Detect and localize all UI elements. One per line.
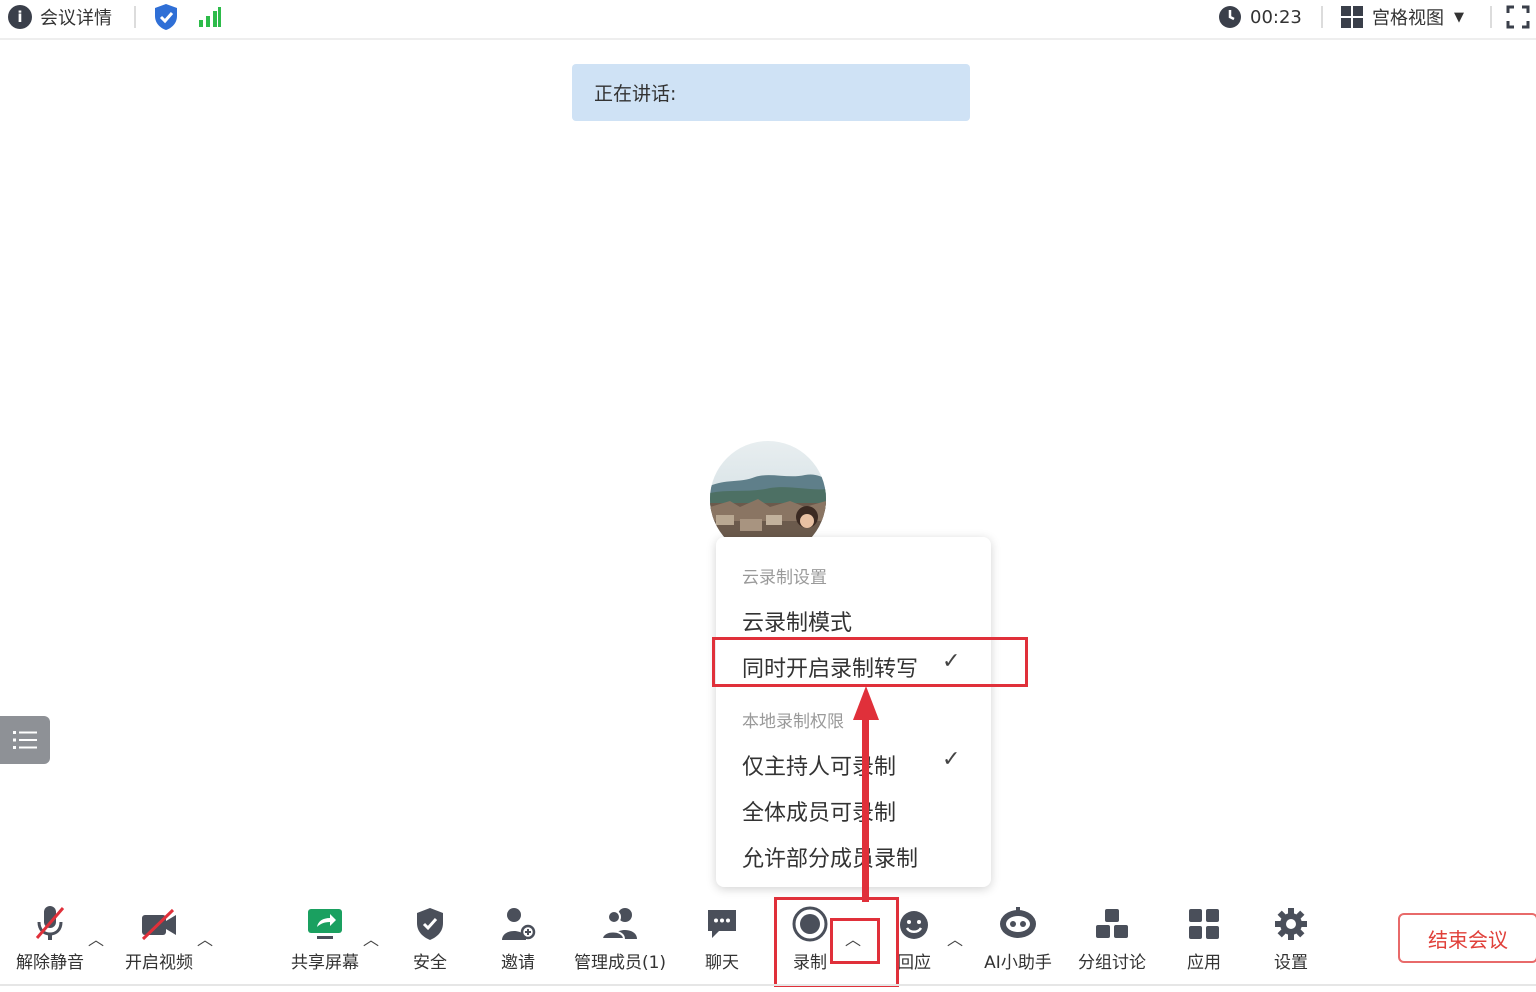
end-meeting-label: 结束会议 <box>1428 927 1508 952</box>
share-options-caret-icon[interactable]: ︿ <box>363 926 379 950</box>
annotation-arrow <box>862 700 869 902</box>
clock-icon <box>1219 6 1241 28</box>
all-members-record-item[interactable]: 全体成员可录制 <box>742 795 896 827</box>
video-options-caret-icon[interactable]: ︿ <box>197 926 213 950</box>
ai-robot-icon <box>1000 907 1036 938</box>
meeting-info-label: 会议详情 <box>40 8 112 29</box>
local-record-section-title: 本地录制权限 <box>742 712 844 732</box>
settings-button[interactable]: 设置 <box>1261 900 1321 980</box>
chat-button[interactable]: 聊天 <box>692 900 752 980</box>
end-meeting-button[interactable]: 结束会议 <box>1398 913 1536 963</box>
chat-label: 聊天 <box>705 953 739 973</box>
unmute-button[interactable]: 解除静音 <box>10 900 90 980</box>
caret-down-icon: ▼ <box>1454 9 1464 25</box>
view-mode-label: 宫格视图 <box>1372 8 1444 29</box>
breakout-button[interactable]: 分组讨论 <box>1072 900 1152 980</box>
host-only-record-item[interactable]: 仅主持人可录制 <box>742 749 896 781</box>
meeting-info-button[interactable]: i 会议详情 <box>8 0 112 34</box>
apps-button[interactable]: 应用 <box>1174 900 1234 980</box>
manage-members-label: 管理成员(1) <box>573 953 667 973</box>
divider <box>1321 6 1323 28</box>
unmute-label: 解除静音 <box>16 953 84 973</box>
chat-icon <box>708 910 736 938</box>
divider <box>134 6 136 28</box>
top-bar: i 会议详情 00:23 宫格视图 ▼ <box>0 0 1536 40</box>
info-icon: i <box>8 5 32 29</box>
security-label: 安全 <box>413 953 447 973</box>
share-screen-button[interactable]: 共享屏幕 <box>285 900 365 980</box>
timer-text: 00:23 <box>1250 6 1302 28</box>
breakout-icon <box>1096 909 1128 938</box>
record-caret-highlight-box <box>830 918 880 964</box>
camera-off-icon <box>141 908 176 941</box>
cloud-record-section-title: 云录制设置 <box>742 568 827 588</box>
list-icon <box>13 731 37 749</box>
invite-label: 邀请 <box>501 953 535 973</box>
share-screen-icon <box>308 909 342 939</box>
divider <box>0 984 1536 986</box>
breakout-label: 分组讨论 <box>1078 953 1146 973</box>
start-video-button[interactable]: 开启视频 <box>118 900 200 980</box>
speaking-label: 正在讲话: <box>594 83 677 105</box>
ai-assistant-label: AI小助手 <box>984 953 1052 973</box>
invite-icon <box>502 908 536 940</box>
security-button[interactable]: 安全 <box>400 900 460 980</box>
security-shield-icon[interactable] <box>153 0 179 34</box>
annotation-arrow-head <box>853 686 879 720</box>
react-options-caret-icon[interactable]: ︿ <box>947 926 963 950</box>
gear-icon <box>1275 908 1307 940</box>
mic-muted-icon <box>35 906 65 940</box>
members-icon <box>600 908 637 940</box>
grid-view-icon <box>1341 6 1363 28</box>
smiley-icon <box>900 911 928 939</box>
settings-label: 设置 <box>1274 953 1308 973</box>
share-screen-label: 共享屏幕 <box>291 953 359 973</box>
meeting-timer: 00:23 <box>1218 0 1302 34</box>
fullscreen-icon[interactable] <box>1506 0 1530 34</box>
invite-button[interactable]: 邀请 <box>488 900 548 980</box>
manage-members-button[interactable]: 管理成员(1) <box>568 900 672 980</box>
check-icon: ✓ <box>942 747 961 772</box>
audio-options-caret-icon[interactable]: ︿ <box>88 926 104 950</box>
apps-label: 应用 <box>1187 953 1221 973</box>
divider <box>1490 6 1492 28</box>
participant-list-toggle[interactable] <box>0 716 50 764</box>
apps-icon <box>1189 909 1219 939</box>
start-video-label: 开启视频 <box>125 953 193 973</box>
some-members-record-item[interactable]: 允许部分成员录制 <box>742 841 918 873</box>
speaking-banner: 正在讲话: <box>572 64 970 121</box>
signal-strength-icon[interactable] <box>198 0 222 34</box>
ai-assistant-button[interactable]: AI小助手 <box>978 900 1058 980</box>
view-mode-dropdown[interactable]: 宫格视图 ▼ <box>1340 0 1464 34</box>
highlight-box <box>712 637 1028 687</box>
shield-icon <box>417 908 443 940</box>
cloud-record-mode-item[interactable]: 云录制模式 <box>742 605 852 637</box>
